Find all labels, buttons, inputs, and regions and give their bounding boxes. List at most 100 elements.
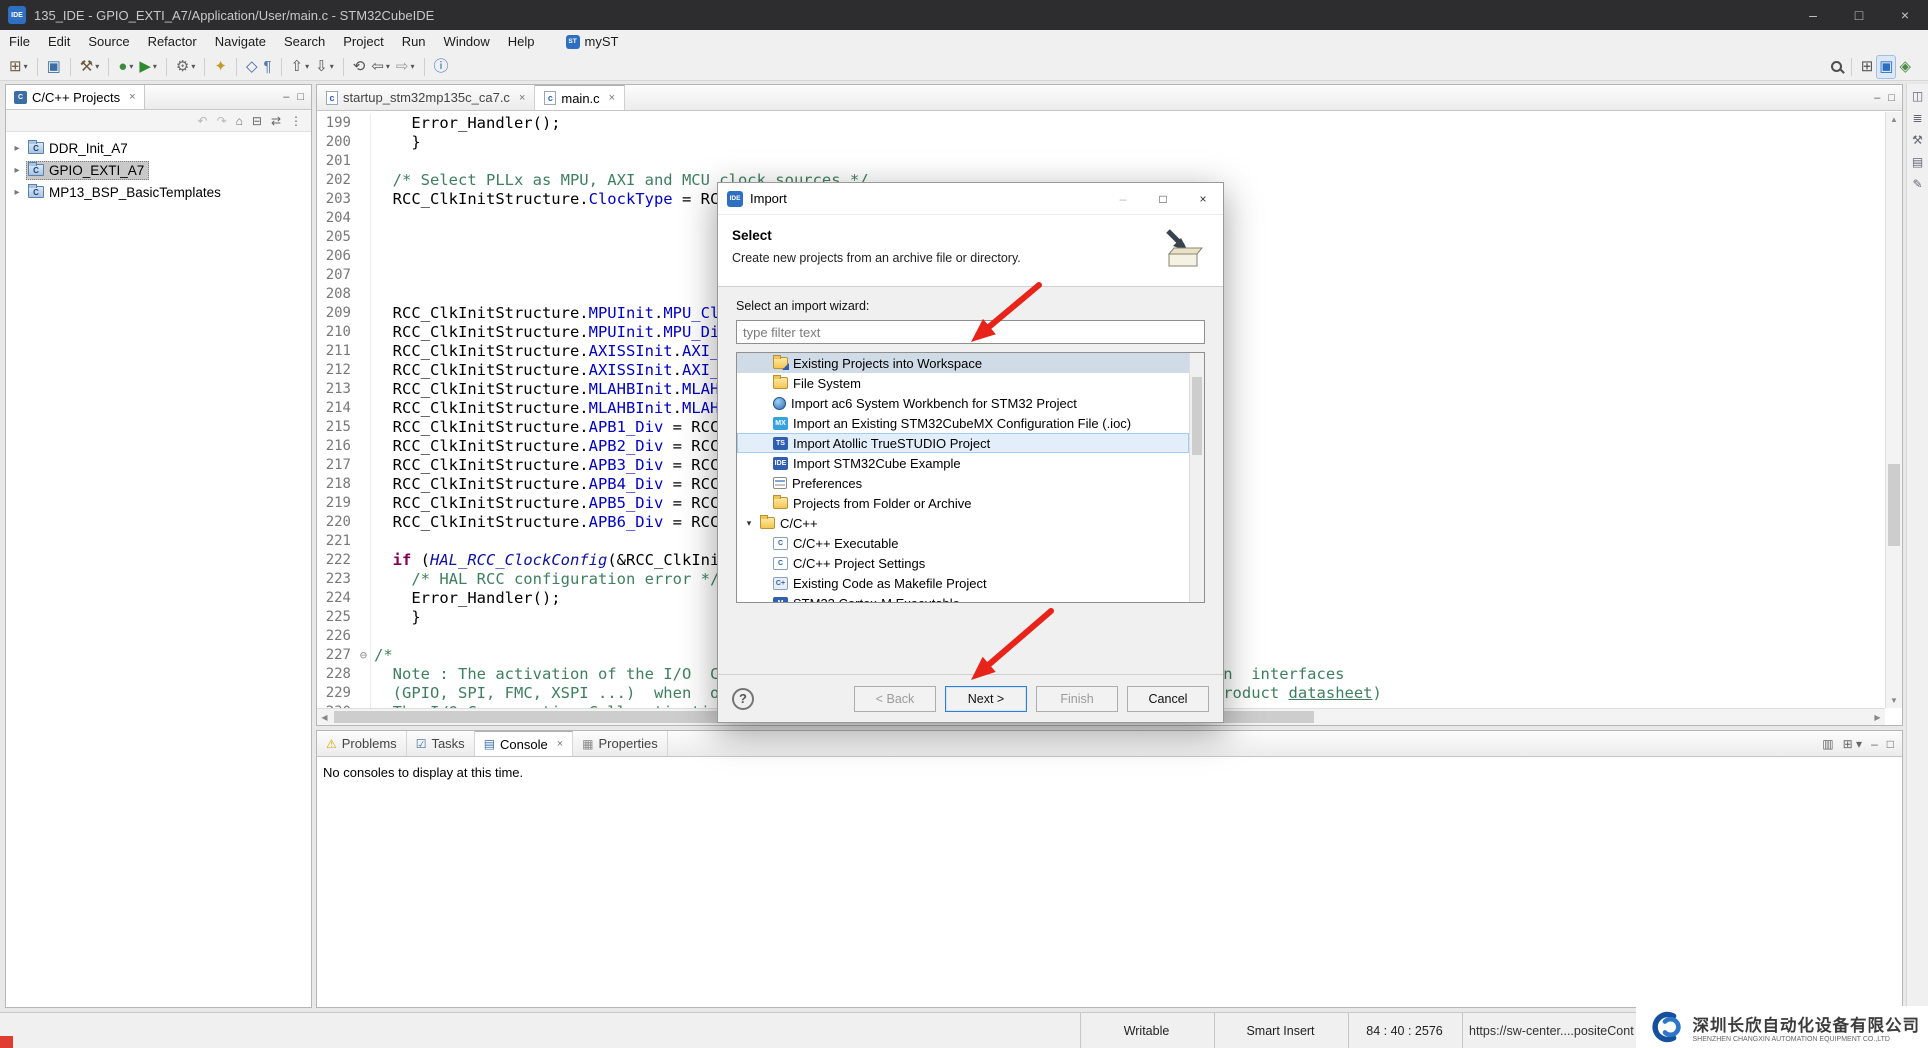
project-mp13-bsp-basictemplates[interactable]: ▸MP13_BSP_BasicTemplates <box>6 181 311 203</box>
wizard-item-stm32-cortex-m-executable[interactable]: MSTM32 Cortex-M Executable <box>737 593 1189 603</box>
close-icon[interactable]: × <box>519 92 525 104</box>
console-tab-tasks[interactable]: ☑Tasks <box>407 731 475 756</box>
tab-cpp-projects[interactable]: C C/C++ Projects × <box>6 85 145 109</box>
code-text[interactable]: /* <box>371 646 393 665</box>
menu-myst[interactable]: ST myST <box>560 32 625 51</box>
back-button[interactable]: < Back <box>854 686 936 712</box>
next-annotation-button[interactable]: ⇩▾ <box>312 55 337 79</box>
wizard-item-import-atollic-truestudio-project[interactable]: TSImport Atollic TrueSTUDIO Project <box>737 433 1189 453</box>
dialog-minimize-button[interactable]: – <box>1103 183 1143 214</box>
display-selected-console-icon[interactable]: ▥ <box>1822 738 1833 750</box>
menu-run[interactable]: Run <box>393 31 435 52</box>
cpp-perspective-button[interactable]: ▣ <box>1876 55 1896 79</box>
wizard-item-c-c-executable[interactable]: CC/C++ Executable <box>737 533 1189 553</box>
minimize-view-button[interactable]: – <box>283 91 289 103</box>
code-text[interactable] <box>371 209 374 228</box>
console-tab-problems[interactable]: ⚠Problems <box>317 731 407 756</box>
forward-history-icon[interactable]: ↷ <box>217 115 227 127</box>
code-text[interactable] <box>371 247 374 266</box>
wizard-item-existing-projects-into-workspace[interactable]: Existing Projects into Workspace <box>737 353 1189 373</box>
view-menu-icon[interactable]: ⋮ <box>290 115 302 127</box>
scroll-down-icon[interactable]: ▼ <box>1886 693 1902 708</box>
code-text[interactable] <box>371 285 374 304</box>
new-wizard-button[interactable]: ⊞▾ <box>6 55 31 79</box>
chevron-right-icon[interactable]: ▸ <box>11 143 23 154</box>
run-button[interactable]: ▶▾ <box>136 55 160 79</box>
code-text[interactable] <box>371 228 374 247</box>
grid-view-icon[interactable]: ▤ <box>1912 156 1923 168</box>
maximize-view-button[interactable]: □ <box>1888 92 1895 104</box>
forward-history-button[interactable]: ⇨▾ <box>393 55 418 79</box>
help-button[interactable]: ? <box>732 688 754 710</box>
close-icon[interactable]: × <box>129 91 135 103</box>
vertical-scrollbar[interactable]: ▲ ▼ <box>1885 112 1902 708</box>
wizard-filter-input[interactable] <box>736 320 1205 344</box>
menu-project[interactable]: Project <box>334 31 392 52</box>
debug-perspective-button[interactable]: ◈ <box>1896 55 1914 79</box>
menu-source[interactable]: Source <box>79 31 138 52</box>
open-perspective-button[interactable]: ⊞ <box>1858 55 1877 79</box>
info-button[interactable]: ⓘ <box>431 55 452 79</box>
menu-file[interactable]: File <box>0 31 39 52</box>
close-icon[interactable]: × <box>609 92 615 104</box>
chevron-right-icon[interactable]: ▸ <box>11 187 23 198</box>
editor-tab-startup-stm32mp135c-ca7-c[interactable]: cstartup_stm32mp135c_ca7.c× <box>317 85 535 110</box>
last-edit-location-button[interactable]: ⟲ <box>350 55 369 79</box>
editor-tab-main-c[interactable]: cmain.c× <box>535 85 625 110</box>
back-history-icon[interactable]: ↶ <box>198 115 208 127</box>
menu-navigate[interactable]: Navigate <box>206 31 275 52</box>
vertical-scroll-thumb[interactable] <box>1888 464 1900 546</box>
next-button[interactable]: Next > <box>945 686 1027 712</box>
code-text[interactable]: Error_Handler(); <box>371 114 561 133</box>
open-console-icon[interactable]: ⊞ ▾ <box>1843 738 1862 750</box>
wizard-item-file-system[interactable]: File System <box>737 373 1189 393</box>
project-ddr-init-a7[interactable]: ▸DDR_Init_A7 <box>6 137 311 159</box>
scroll-left-icon[interactable]: ◀ <box>317 709 332 725</box>
menu-help[interactable]: Help <box>499 31 544 52</box>
minimize-button[interactable]: – <box>1790 0 1836 30</box>
maximize-view-button[interactable]: □ <box>297 91 304 103</box>
home-icon[interactable]: ⌂ <box>236 115 243 127</box>
previous-annotation-button[interactable]: ⇧▾ <box>288 55 313 79</box>
code-text[interactable] <box>371 266 374 285</box>
search-button[interactable] <box>1828 55 1845 79</box>
minimize-view-button[interactable]: – <box>1874 92 1880 104</box>
console-tab-console[interactable]: ▤Console× <box>475 731 573 756</box>
close-button[interactable]: × <box>1882 0 1928 30</box>
back-history-button[interactable]: ⇦▾ <box>368 55 393 79</box>
search-flashlight-button[interactable]: ✦ <box>211 55 230 79</box>
wizard-item-existing-code-as-makefile-project[interactable]: C+Existing Code as Makefile Project <box>737 573 1189 593</box>
collapse-all-icon[interactable]: ⊟ <box>252 115 262 127</box>
show-whitespace-button[interactable]: ¶ <box>260 55 274 79</box>
menu-refactor[interactable]: Refactor <box>139 31 206 52</box>
code-text[interactable] <box>371 627 374 646</box>
open-element-button[interactable]: ◇ <box>243 55 261 79</box>
restore-panel-icon[interactable]: ◫ <box>1912 90 1923 102</box>
outline-list-icon[interactable]: ≣ <box>1912 112 1922 124</box>
maximize-button[interactable]: □ <box>1836 0 1882 30</box>
chevron-down-icon[interactable]: ▾ <box>743 518 755 529</box>
fold-collapse-icon[interactable]: ⊖ <box>357 646 371 665</box>
menu-window[interactable]: Window <box>435 31 499 52</box>
dialog-close-button[interactable]: × <box>1183 183 1223 214</box>
project-gpio-exti-a7[interactable]: ▸GPIO_EXTI_A7 <box>6 159 311 181</box>
save-button[interactable]: ▣ <box>44 55 64 79</box>
edit-pencil-icon[interactable]: ✎ <box>1912 178 1922 190</box>
scroll-up-icon[interactable]: ▲ <box>1886 112 1902 127</box>
code-text[interactable]: } <box>371 608 421 627</box>
build-hammer-icon[interactable]: ⚒ <box>1912 134 1923 146</box>
wizard-item-import-ac6-system-workbench-for-stm32-project[interactable]: Import ac6 System Workbench for STM32 Pr… <box>737 393 1189 413</box>
cancel-button[interactable]: Cancel <box>1127 686 1209 712</box>
wizard-tree-scrollbar[interactable] <box>1189 353 1204 602</box>
build-button[interactable]: ⚒▾ <box>77 55 102 79</box>
code-text[interactable] <box>371 152 374 171</box>
wizard-item-c-c-project-settings[interactable]: CC/C++ Project Settings <box>737 553 1189 573</box>
console-tab-properties[interactable]: ▦Properties <box>573 731 668 756</box>
dialog-title-bar[interactable]: IDE Import – □ × <box>718 183 1223 215</box>
link-with-editor-icon[interactable]: ⇄ <box>271 115 281 127</box>
code-text[interactable]: Error_Handler(); <box>371 589 561 608</box>
wizard-item-import-stm32cube-example[interactable]: IDEImport STM32Cube Example <box>737 453 1189 473</box>
scroll-right-icon[interactable]: ▶ <box>1870 709 1885 725</box>
debug-button[interactable]: ●▾ <box>115 55 136 79</box>
finish-button[interactable]: Finish <box>1036 686 1118 712</box>
